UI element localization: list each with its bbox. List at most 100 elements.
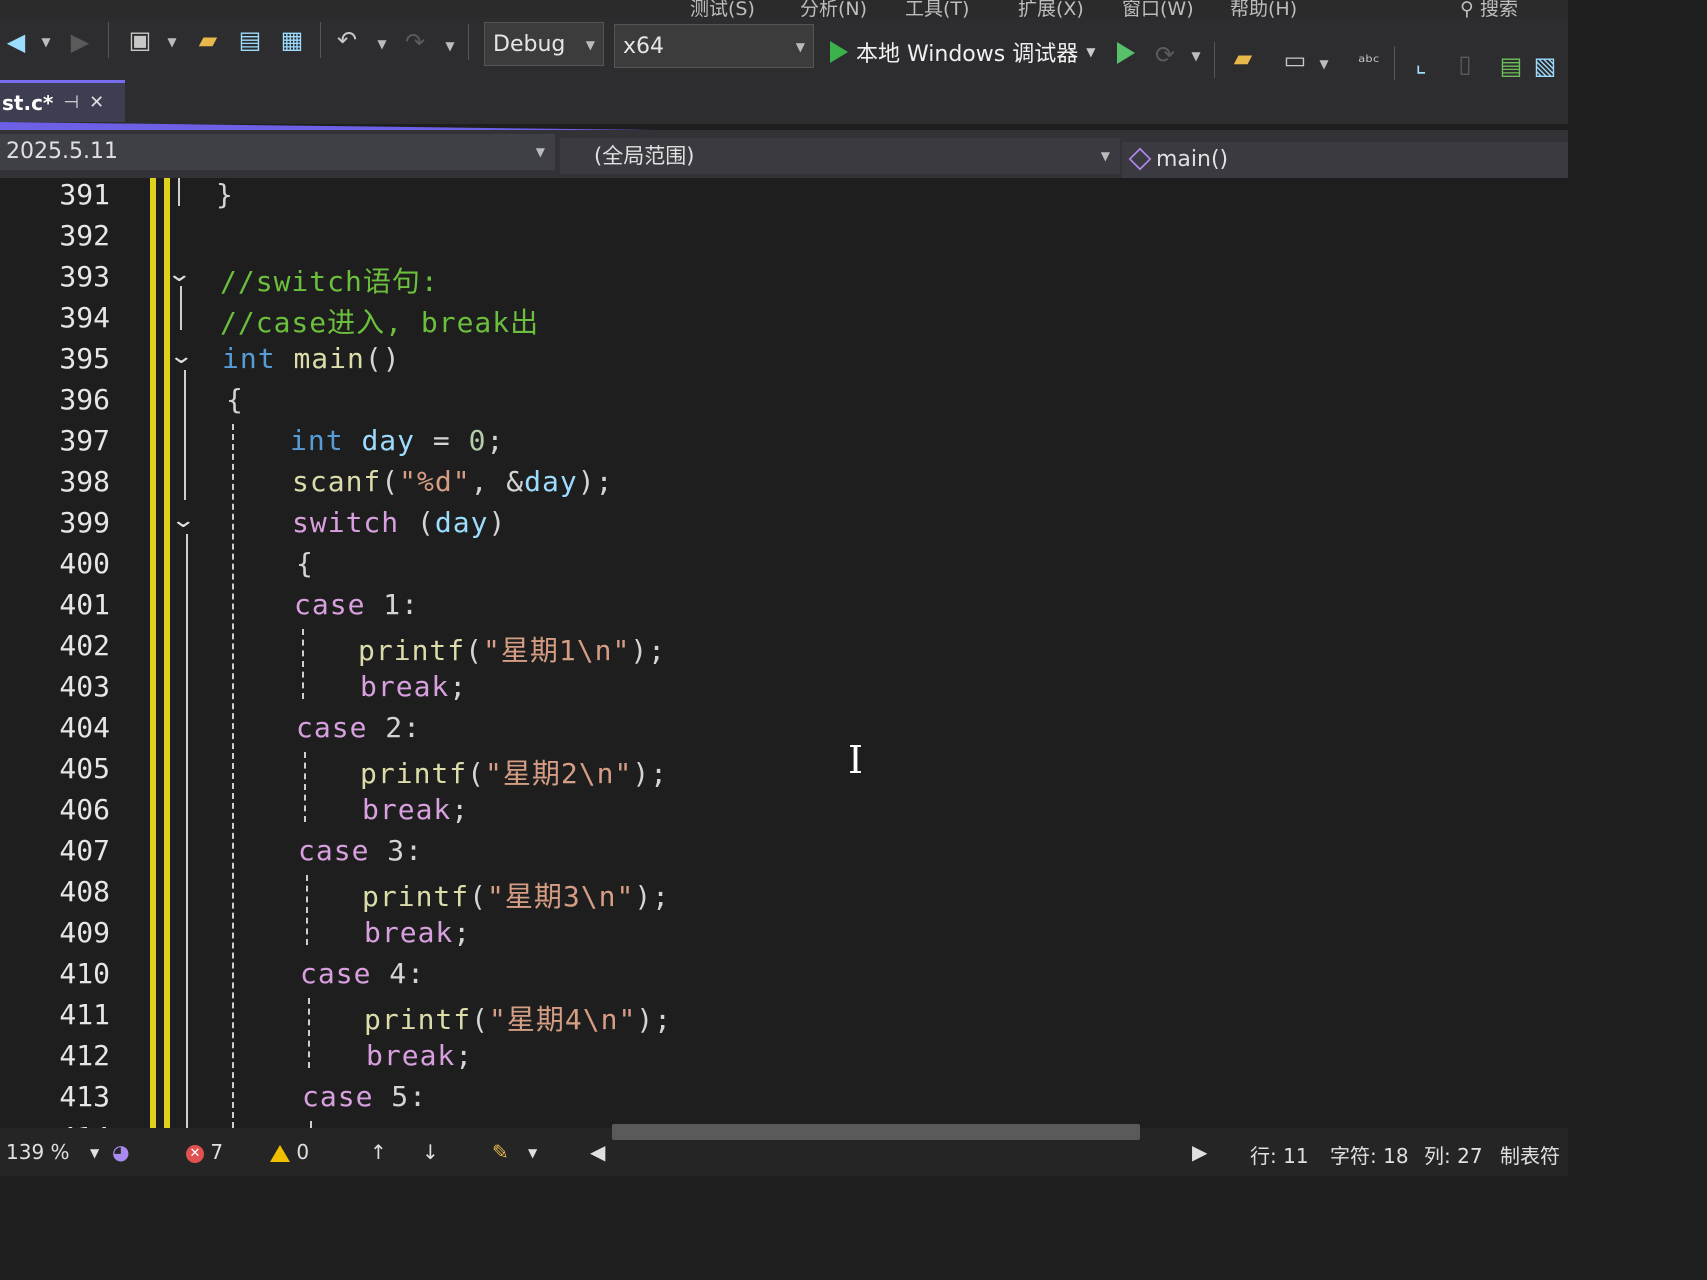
char-indicator[interactable]: 字符: 18 (1330, 1140, 1409, 1169)
layout-dropdown-icon[interactable]: ▼ (1316, 54, 1332, 74)
line-number-gutter: 391 392 393 394 395 396 397 398 399 400 … (0, 178, 150, 1128)
document-tab[interactable]: st.c* ⊣ ✕ (0, 80, 125, 122)
menu-item-window[interactable]: 窗口(W) (1122, 0, 1194, 18)
outline-line (184, 370, 186, 500)
method-icon (1128, 147, 1152, 171)
close-icon[interactable]: ✕ (89, 92, 104, 113)
menu-item-extensions[interactable]: 扩展(X) (1018, 0, 1084, 18)
redo-dropdown-icon[interactable]: ▼ (442, 34, 458, 58)
forward-icon[interactable]: ▶ (66, 22, 94, 62)
undo-dropdown-icon[interactable]: ▼ (374, 32, 390, 56)
warning-count[interactable]: 0 (270, 1140, 309, 1164)
indent-guide (310, 1121, 312, 1128)
ibeam-cursor-icon: I (848, 738, 864, 782)
code-line: case 2: (296, 711, 422, 744)
scroll-right-icon[interactable]: ▶ (1192, 1140, 1207, 1164)
solution-explorer-icon[interactable]: ▰ (1226, 40, 1260, 76)
indent-guide (232, 424, 234, 1128)
warning-count-value: 0 (296, 1140, 310, 1164)
code-editor[interactable]: 391 392 393 394 395 396 397 398 399 400 … (0, 178, 1568, 1128)
solution-configuration-select[interactable]: Debug ▼ (484, 22, 604, 66)
open-folder-icon[interactable]: ▰ (190, 20, 226, 60)
breakpoint-icon[interactable]: ⌞ (1404, 46, 1438, 82)
solution-platform-select[interactable]: x64 ▼ (614, 24, 814, 68)
line-number: 391 (59, 178, 110, 211)
project-dropdown[interactable]: 2025.5.11 ▼ (0, 134, 555, 170)
line-number: 404 (59, 711, 110, 744)
new-project-icon[interactable]: ▣ (122, 20, 158, 60)
line-number: 395 (59, 342, 110, 375)
tab-filename: st.c* (2, 90, 54, 115)
outdent-icon[interactable]: ▧ (1530, 48, 1560, 84)
menu-item-test[interactable]: 测试(S) (690, 0, 755, 18)
code-line: { (296, 547, 314, 580)
indentation-indicator[interactable]: 制表符 (1500, 1140, 1560, 1169)
change-tracking-bar (164, 178, 170, 1128)
start-debugging-button[interactable]: 本地 Windows 调试器 ▼ (830, 32, 1095, 72)
line-number: 397 (59, 424, 110, 457)
code-line: break; (366, 1039, 474, 1072)
code-line: printf("星期1\n"); (358, 634, 667, 667)
indent-icon[interactable]: ▤ (1496, 48, 1526, 84)
function-name: main() (1156, 147, 1229, 172)
zoom-level[interactable]: 139 % (6, 1140, 70, 1164)
new-dropdown-icon[interactable]: ▼ (164, 30, 180, 54)
horizontal-scrollbar[interactable] (612, 1124, 1140, 1140)
window-layout-icon[interactable]: ▭ (1278, 42, 1312, 78)
menu-item-tools[interactable]: 工具(T) (905, 0, 969, 18)
scroll-left-icon[interactable]: ◀ (590, 1140, 605, 1164)
next-issue-icon[interactable]: ↓ (422, 1140, 439, 1164)
line-indicator[interactable]: 行: 11 (1250, 1140, 1309, 1169)
line-number: 400 (59, 547, 110, 580)
code-line: } (216, 178, 234, 211)
pin-icon[interactable]: ⊣ (63, 92, 79, 113)
start-debugging-icon (830, 41, 848, 63)
copilot-icon[interactable]: ◕ (112, 1140, 129, 1164)
navigation-bar: 2025.5.11 ▼ (全局范围) ▼ main() (0, 130, 1568, 178)
function-dropdown[interactable]: main() (1122, 142, 1568, 178)
save-icon[interactable]: ▤ (232, 20, 268, 60)
menu-item-analyze[interactable]: 分析(N) (800, 0, 867, 18)
menu-item-help[interactable]: 帮助(H) (1230, 0, 1297, 18)
start-without-debugging-icon (1117, 42, 1135, 64)
error-count[interactable]: ✕ 7 (186, 1140, 223, 1164)
code-cleanup-icon[interactable]: ✎ (492, 1140, 509, 1164)
outline-line (178, 178, 180, 206)
hot-reload-icon[interactable]: ⟳ (1150, 38, 1180, 72)
code-line: break; (364, 916, 472, 949)
zoom-dropdown-icon[interactable]: ▼ (90, 1146, 99, 1160)
scope-dropdown[interactable]: (全局范围) ▼ (560, 138, 1120, 174)
line-number: 414 (0, 1121, 110, 1128)
code-line: //case进入, break出 (220, 306, 540, 339)
back-dropdown-icon[interactable]: ▼ (38, 30, 54, 54)
code-cleanup-dropdown-icon[interactable]: ▼ (528, 1146, 537, 1160)
save-all-icon[interactable]: ▦ (274, 20, 310, 60)
line-number: 406 (59, 793, 110, 826)
collapse-icon[interactable]: ⌄ (168, 344, 194, 369)
error-icon: ✕ (186, 1144, 204, 1163)
redo-icon[interactable]: ↷ (398, 22, 432, 62)
hot-reload-dropdown-icon[interactable]: ▼ (1188, 46, 1204, 66)
code-line: printf("星期3\n"); (362, 880, 671, 913)
start-without-debugging-button[interactable] (1112, 38, 1140, 68)
indent-guide (304, 752, 306, 822)
indent-guide (306, 875, 308, 945)
document-tab-bar: st.c* ⊣ ✕ (0, 80, 1568, 124)
code-line: printf("星期2\n"); (360, 757, 669, 790)
spell-check-icon[interactable]: ᵃᵇᶜ (1352, 44, 1386, 80)
collapse-icon[interactable]: ⌄ (170, 508, 196, 533)
code-line: //switch语句: (220, 265, 439, 298)
undo-icon[interactable]: ↶ (330, 20, 364, 60)
previous-issue-icon[interactable]: ↑ (370, 1140, 387, 1164)
menu-bar: 测试(S) 分析(N) 工具(T) 扩展(X) 窗口(W) 帮助(H) ⚲ 搜索 (0, 0, 1568, 18)
back-icon[interactable]: ◀ (2, 22, 30, 62)
line-number: 392 (59, 219, 110, 252)
column-indicator[interactable]: 列: 27 (1424, 1140, 1483, 1169)
change-tracking-bar (150, 178, 156, 1128)
comment-icon[interactable]: ▯ (1448, 46, 1482, 82)
collapse-icon[interactable]: ⌄ (166, 262, 192, 287)
configuration-value: Debug (493, 32, 566, 57)
line-number: 409 (59, 916, 110, 949)
line-number: 410 (59, 957, 110, 990)
search-box[interactable]: ⚲ 搜索 (1460, 0, 1518, 18)
